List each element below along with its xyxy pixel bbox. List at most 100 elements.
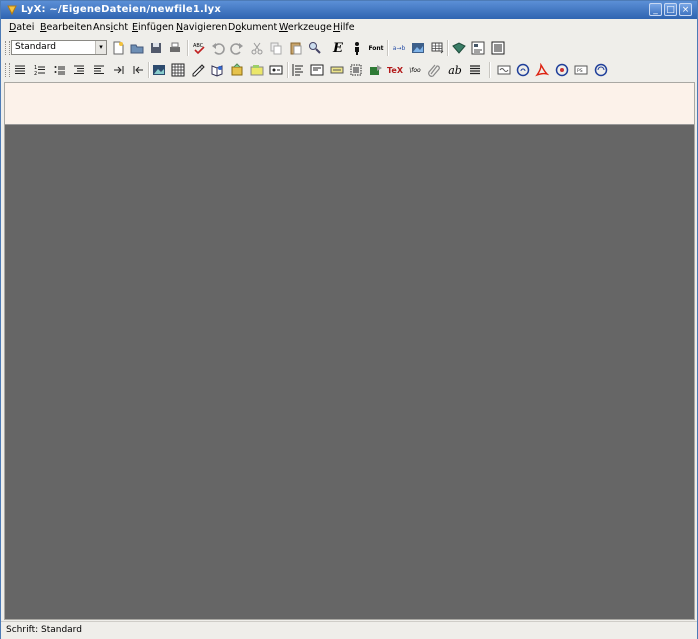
minimize-button[interactable]: _ (649, 3, 662, 16)
description-list-button[interactable] (52, 62, 68, 78)
insert-box-button[interactable] (329, 62, 345, 78)
decrease-depth-icon (74, 65, 84, 74)
insert-frame-button[interactable] (348, 62, 364, 78)
document-editor[interactable] (5, 83, 694, 125)
insert-note-icon (192, 64, 205, 77)
open-icon (130, 44, 144, 54)
save-button[interactable] (148, 40, 164, 56)
unindent-button[interactable] (130, 62, 146, 78)
menu-bar: Datei Bearbeiten Ansicht Einfügen Navigi… (1, 19, 697, 38)
align-left-button[interactable] (290, 62, 306, 78)
open-button[interactable] (129, 40, 145, 56)
copy-button[interactable] (268, 40, 284, 56)
insert-image-button[interactable] (151, 62, 167, 78)
tex-code-button[interactable]: TeX (387, 62, 403, 78)
insert-frame-icon (350, 64, 362, 76)
insert-margin-note-icon (231, 63, 243, 76)
view-pdf-icon (535, 63, 549, 77)
emphasis-button[interactable]: E (330, 40, 346, 56)
view-ps-button[interactable] (554, 62, 570, 78)
paste-icon (290, 42, 302, 55)
standard-toolbar: Standard ▾ ABC E Font a→b (1, 37, 697, 60)
view-dvi-button[interactable] (515, 62, 531, 78)
find-replace-button[interactable] (307, 40, 323, 56)
menu-ansicht[interactable]: Ansicht (93, 22, 128, 33)
menu-einfuegen[interactable]: Einfügen (132, 22, 174, 33)
layout-select[interactable]: Standard ▾ (11, 40, 107, 55)
print-button[interactable] (167, 40, 183, 56)
bullet-list-button[interactable] (12, 62, 28, 78)
menu-datei[interactable]: Datei (9, 22, 34, 33)
menu-bearbeiten[interactable]: Bearbeiten (40, 22, 92, 33)
toolbar-separator (387, 40, 388, 56)
toolbar-separator (287, 62, 288, 78)
insert-table-button[interactable] (430, 40, 446, 56)
align-right-icon (310, 64, 324, 76)
insert-graphics-button[interactable] (410, 40, 426, 56)
insert-reference-button[interactable] (268, 62, 284, 78)
toolbar-separator (187, 40, 188, 56)
view-preview-button[interactable]: PS (573, 62, 589, 78)
macro-button[interactable]: \foo (407, 62, 423, 78)
change-tracking-button[interactable]: a→b (391, 40, 407, 56)
menu-dokument[interactable]: Dokument (228, 22, 277, 33)
insert-label-icon (250, 65, 264, 76)
insert-table-grid-button[interactable] (170, 62, 186, 78)
view-document-icon (452, 42, 466, 54)
new-document-icon (113, 41, 124, 55)
maximize-button[interactable]: □ (664, 3, 677, 16)
redo-icon (230, 43, 243, 55)
update-button[interactable] (593, 62, 609, 78)
menu-werkzeuge[interactable]: Werkzeuge (279, 22, 332, 33)
svg-text:PS: PS (577, 68, 583, 74)
paste-button[interactable] (288, 40, 304, 56)
insert-footnote-button[interactable] (209, 62, 225, 78)
copy-icon (270, 42, 282, 55)
toolbar-handle[interactable] (5, 63, 10, 77)
align-right-button[interactable] (309, 62, 325, 78)
title-bar[interactable]: LyX: ~/EigeneDateien/newfile1.lyx _ □ × (1, 1, 697, 19)
paragraph-settings-button[interactable] (467, 62, 483, 78)
align-left-icon (292, 64, 303, 76)
view-ps-icon (555, 63, 569, 77)
document-workarea[interactable] (4, 82, 695, 620)
insert-note-button[interactable] (190, 62, 206, 78)
noun-button[interactable] (349, 40, 365, 56)
close-button[interactable]: × (679, 3, 692, 16)
attach-button[interactable] (426, 62, 442, 78)
numbered-list-button[interactable]: 12 (32, 62, 48, 78)
description-list-icon (54, 66, 65, 75)
toc-button[interactable] (490, 40, 506, 56)
increase-depth-icon (94, 65, 104, 74)
insert-float-icon (370, 65, 382, 75)
insert-margin-note-button[interactable] (229, 62, 245, 78)
font-button[interactable]: Font (368, 40, 384, 56)
spellcheck-button[interactable]: ABC (191, 40, 207, 56)
status-bar: Schrift: Standard (1, 621, 697, 639)
math-button[interactable]: ab (447, 62, 463, 78)
insert-float-button[interactable] (368, 62, 384, 78)
insert-graphics-icon (412, 43, 424, 53)
chevron-down-icon: ▾ (95, 41, 106, 54)
dvi-button[interactable] (496, 62, 512, 78)
menu-navigieren[interactable]: Navigieren (176, 22, 227, 33)
insert-label-button[interactable] (249, 62, 265, 78)
view-pdf-button[interactable] (534, 62, 550, 78)
redo-button[interactable] (229, 40, 245, 56)
toolbar-handle[interactable] (5, 41, 10, 55)
unindent-icon (133, 66, 143, 74)
cut-icon (251, 42, 263, 55)
decrease-depth-button[interactable] (71, 62, 87, 78)
menu-hilfe[interactable]: Hilfe (333, 22, 355, 33)
increase-depth-button[interactable] (91, 62, 107, 78)
view-document-button[interactable] (451, 40, 467, 56)
noun-icon (355, 42, 359, 55)
save-icon (151, 43, 161, 53)
insert-table-grid-icon (171, 63, 185, 77)
cut-button[interactable] (249, 40, 265, 56)
undo-button[interactable] (210, 40, 226, 56)
outline-button[interactable] (470, 40, 486, 56)
new-document-button[interactable] (110, 40, 126, 56)
insert-image-icon (153, 65, 165, 75)
indent-button[interactable] (111, 62, 127, 78)
